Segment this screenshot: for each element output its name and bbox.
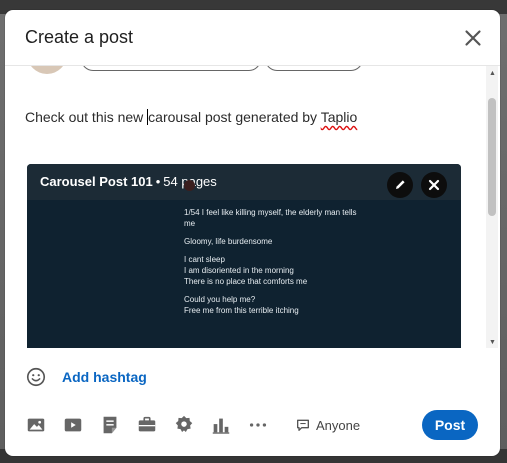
video-icon[interactable]	[62, 414, 84, 436]
author-selector[interactable]	[81, 66, 261, 71]
dialog-header: Create a post	[5, 10, 500, 66]
close-icon	[428, 179, 440, 191]
edit-carousel-button[interactable]	[387, 172, 413, 198]
scrollbar-thumb[interactable]	[488, 98, 496, 216]
chart-icon[interactable]	[210, 414, 232, 436]
dialog-title: Create a post	[25, 27, 134, 47]
slide-line: Gloomy, life burdensome	[184, 237, 273, 246]
close-icon[interactable]	[460, 25, 486, 51]
slide-line: Could you help me? Free me from this ter…	[184, 295, 299, 315]
slide-line: I cant sleep I am disoriented in the mor…	[184, 255, 308, 286]
audience-label: Anyone	[316, 417, 361, 433]
carousel-preview: Carousel Post 101 • 54 pages 1/54 I feel l…	[27, 164, 461, 348]
scroll-down-arrow[interactable]: ▼	[489, 339, 496, 346]
scrollbar[interactable]: ▲ ▼	[486, 66, 498, 348]
avatar	[27, 66, 67, 74]
post-toolbar: Anyone Post	[25, 410, 495, 440]
more-icon[interactable]	[247, 414, 269, 436]
document-icon[interactable]	[99, 414, 121, 436]
job-icon[interactable]	[136, 414, 158, 436]
post-button[interactable]: Post	[422, 410, 478, 440]
badge-icon[interactable]	[173, 414, 195, 436]
post-text: carousal post generated by	[148, 109, 321, 125]
audience-selector[interactable]: Anyone	[295, 417, 360, 433]
misspelled-word: Taplio	[320, 109, 358, 125]
create-post-dialog: Create a post Check out this new carousa…	[5, 10, 500, 456]
carousel-title-text: Carousel Post 101	[40, 174, 153, 189]
remove-carousel-button[interactable]	[421, 172, 447, 198]
slide-line: 1/54 I feel like killing myself, the eld…	[184, 208, 357, 228]
image-icon[interactable]	[25, 414, 47, 436]
comment-icon	[297, 419, 309, 431]
slide-content: 1/54 I feel like killing myself, the eld…	[184, 207, 364, 323]
composer-scroll-area[interactable]: Check out this new carousal post generat…	[5, 66, 486, 348]
scroll-up-arrow[interactable]: ▲	[489, 70, 496, 77]
pencil-icon	[396, 180, 405, 189]
post-text: Check out this new	[25, 109, 148, 125]
post-text-editor[interactable]: Check out this new carousal post generat…	[25, 109, 357, 125]
slide-author-avatar	[184, 180, 195, 191]
separator: •	[155, 174, 161, 189]
add-hashtag-button[interactable]: Add hashtag	[62, 369, 147, 385]
smiley-icon[interactable]	[25, 366, 47, 388]
visibility-selector[interactable]	[265, 66, 363, 71]
